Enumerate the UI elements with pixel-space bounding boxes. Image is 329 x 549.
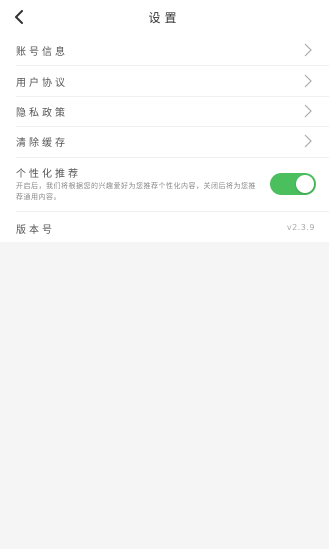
divider	[16, 157, 329, 158]
divider	[16, 211, 329, 212]
menu-item-label: 用户协议	[16, 78, 68, 89]
menu-item-agreement[interactable]: 用户协议	[0, 66, 329, 96]
settings-panel: 设置 账号信息 用户协议 隐私政策 清除缓存 个性化推荐 开启后，我们将根据您的…	[0, 0, 329, 242]
recommend-label: 个性化推荐	[16, 169, 81, 180]
chevron-right-icon	[304, 74, 312, 88]
menu-item-label: 账号信息	[16, 47, 68, 58]
recommend-description: 开启后，我们将根据您的兴趣爱好为您推荐个性化内容，关闭后将为您推荐通用内容。	[16, 182, 256, 201]
recommend-toggle[interactable]	[270, 173, 316, 195]
menu-item-label: 隐私政策	[16, 108, 68, 119]
chevron-right-icon	[304, 134, 312, 148]
toggle-knob	[296, 175, 314, 193]
menu-item-clear-cache[interactable]: 清除缓存	[0, 126, 329, 156]
page-title: 设置	[148, 11, 181, 25]
menu-item-label: 清除缓存	[16, 138, 68, 149]
version-label: 版本号	[16, 225, 55, 236]
menu-item-privacy[interactable]: 隐私政策	[0, 96, 329, 126]
menu-item-account[interactable]: 账号信息	[0, 35, 329, 65]
header: 设置	[0, 0, 329, 36]
chevron-right-icon	[304, 43, 312, 57]
chevron-right-icon	[304, 104, 312, 118]
version-value: v2.3.9	[286, 223, 315, 232]
